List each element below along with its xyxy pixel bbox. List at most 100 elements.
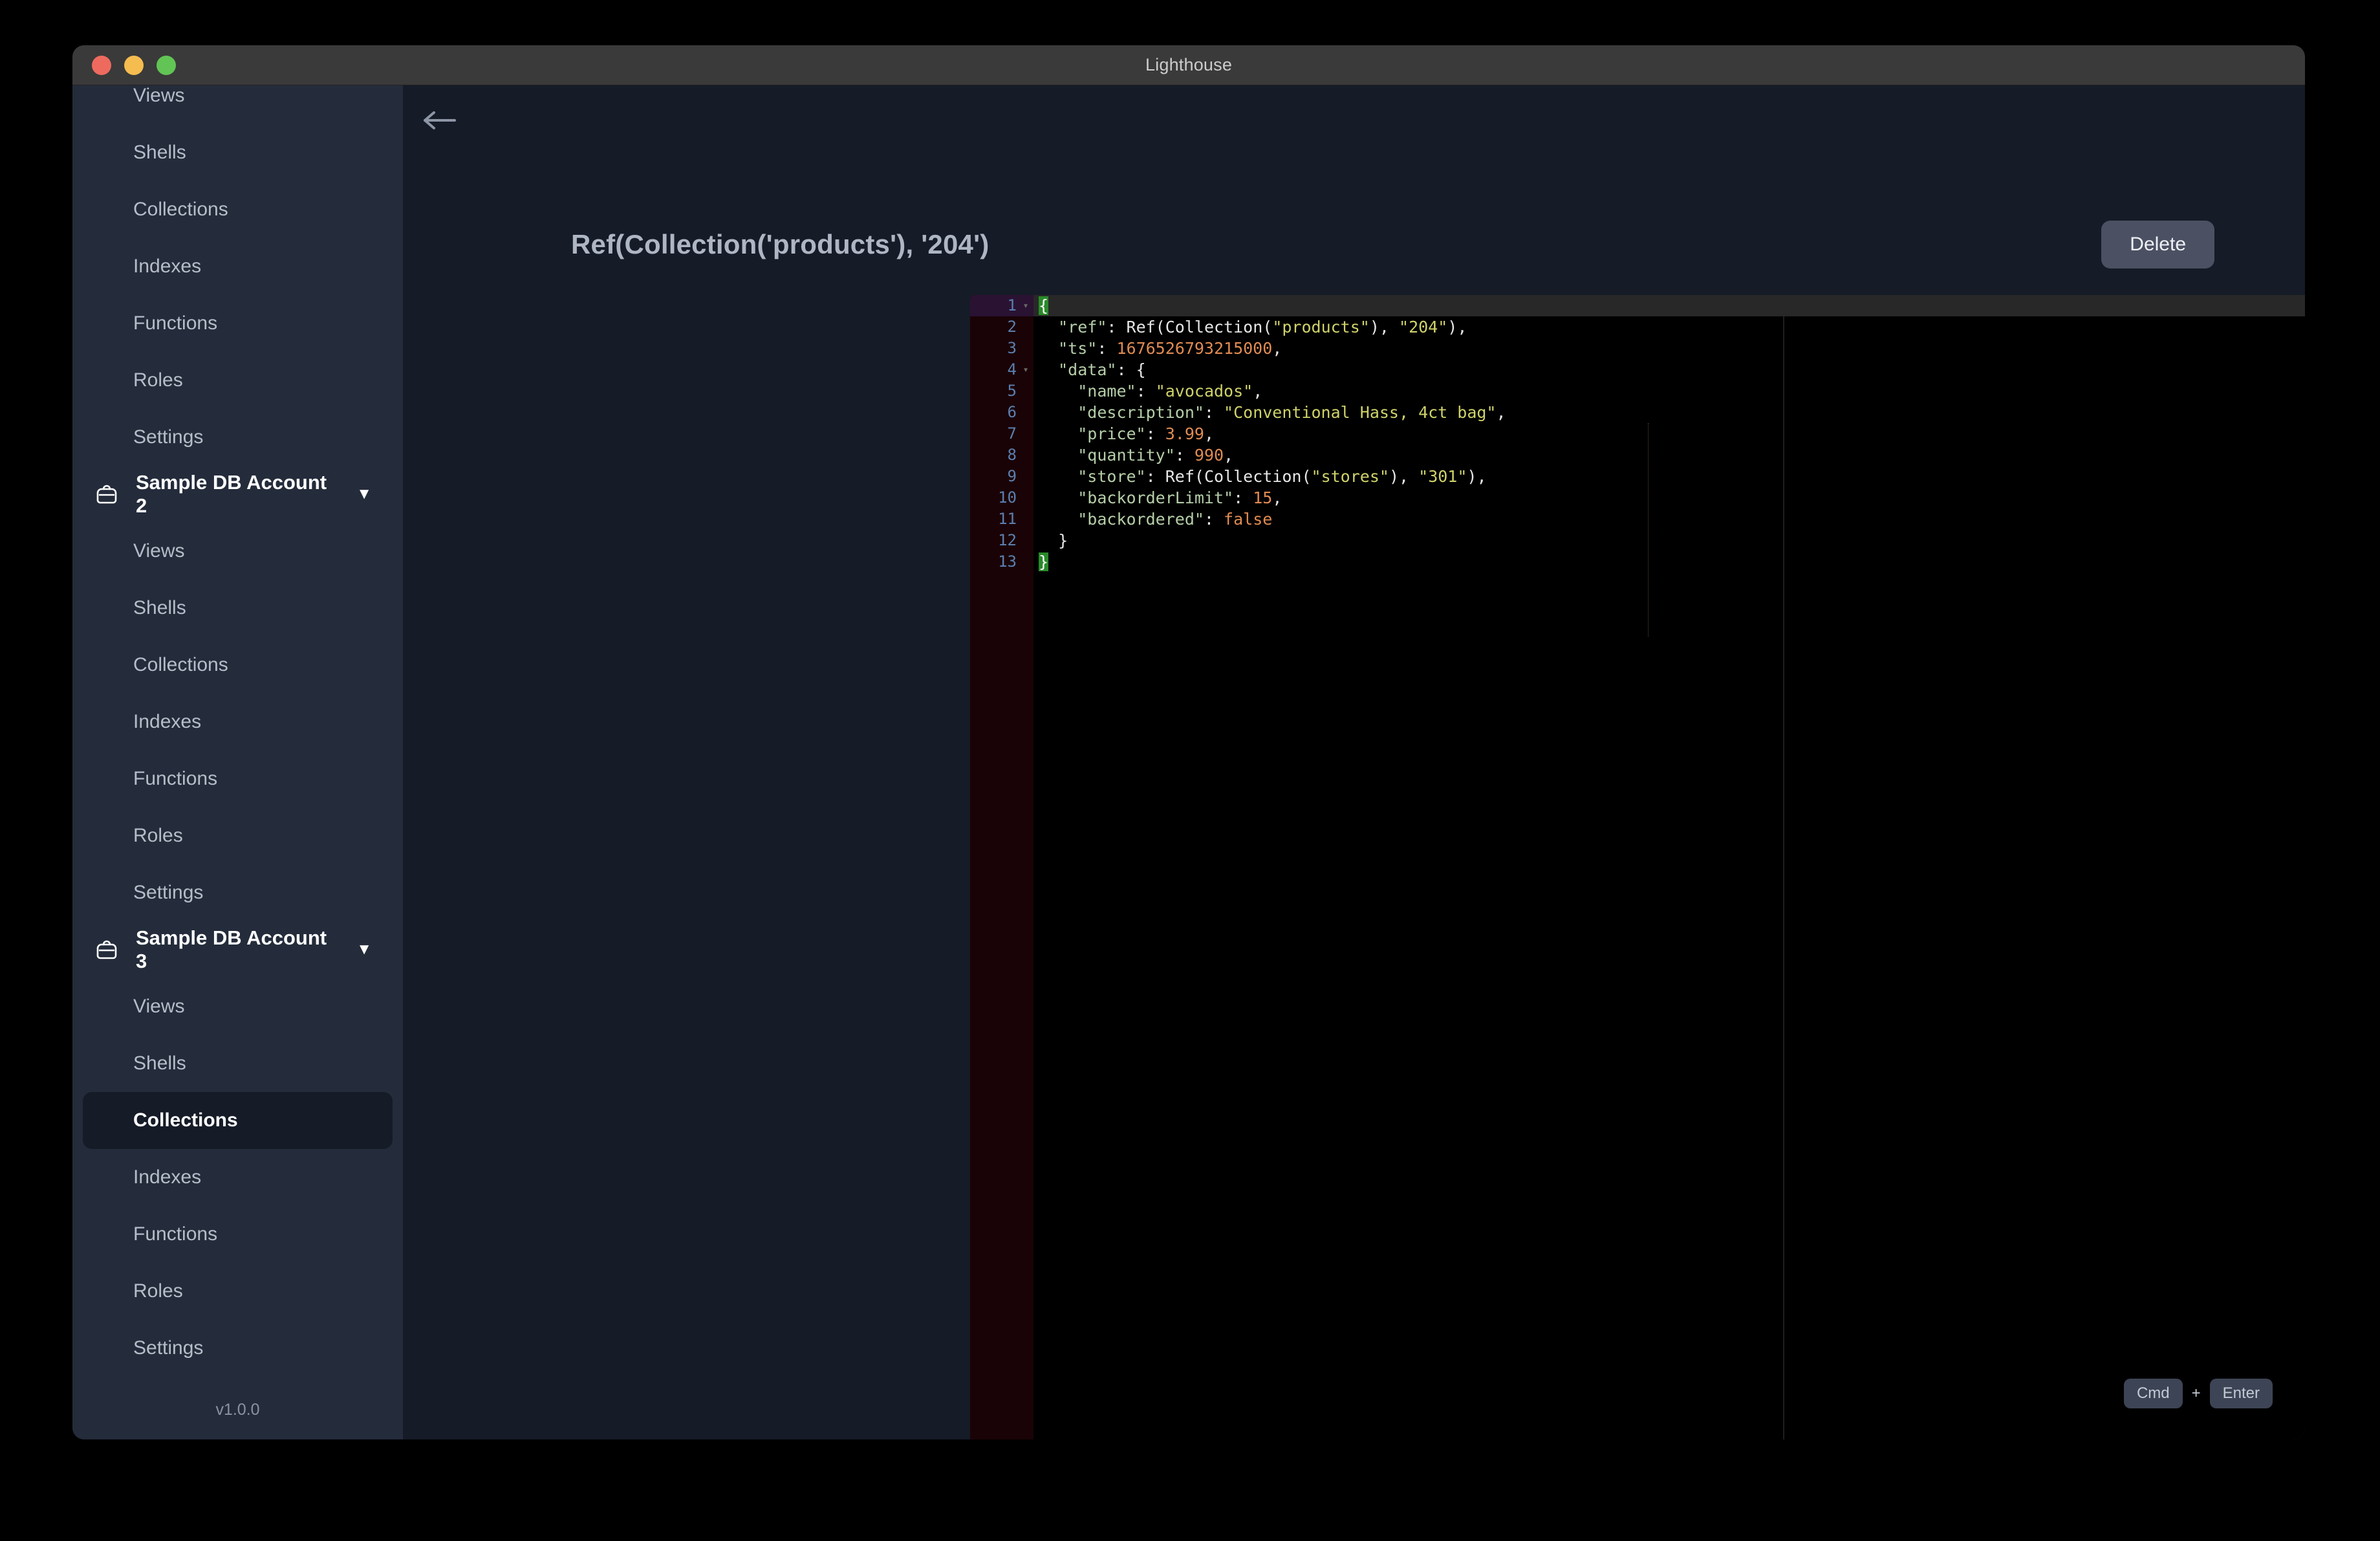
code-line: 8 "quantity": 990, (970, 444, 2305, 466)
code-line-text: "backordered": false (1077, 510, 1273, 529)
window-body: Views Shells Collections Indexes Functions Ro… (72, 85, 2305, 1439)
delete-button[interactable]: Delete (2101, 221, 2214, 268)
sidebar-item-indexes[interactable]: Indexes (83, 1149, 393, 1206)
database-icon (94, 482, 119, 507)
sidebar-item-label: Settings (133, 882, 204, 903)
fold-toggle-icon[interactable]: ▾ (1018, 359, 1033, 380)
sidebar-item-label: Settings (133, 426, 204, 448)
sidebar-item-label: Collections (133, 654, 228, 675)
code-line: 3 "ts": 1676526793215000, (970, 338, 2305, 359)
sidebar-item-views[interactable]: Views (83, 523, 393, 580)
sidebar-item-functions[interactable]: Functions (83, 1206, 393, 1263)
line-number: 2 (1007, 318, 1017, 336)
code-line-text: { (1039, 296, 1049, 315)
code-line-text: "name": "avocados", (1077, 382, 1263, 400)
code-line: 1 ▾ { (970, 295, 2305, 316)
line-number: 3 (1007, 339, 1017, 357)
code-line-text: } (1039, 552, 1049, 571)
account-header-3[interactable]: Sample DB Account 3 ▼ (72, 921, 403, 978)
line-number: 12 (998, 531, 1017, 549)
sidebar-item-label: Views (133, 540, 185, 562)
sidebar-item-shells[interactable]: Shells (83, 1035, 393, 1092)
sidebar-scroll-area[interactable]: Views Shells Collections Indexes Functions Ro… (72, 85, 403, 1380)
account-name-label: Sample DB Account 2 (136, 471, 327, 517)
sidebar: Views Shells Collections Indexes Functions Ro… (72, 85, 403, 1439)
code-line: 7 "price": 3.99, (970, 423, 2305, 444)
page-title: Ref(Collection('products'), '204') (571, 229, 990, 259)
code-line: 5 "name": "avocados", (970, 380, 2305, 402)
sidebar-item-label: Shells (133, 597, 186, 618)
code-line: 11 "backordered": false (970, 508, 2305, 530)
sidebar-item-roles[interactable]: Roles (83, 807, 393, 864)
sidebar-item-label: Indexes (133, 711, 202, 732)
sidebar-item-settings[interactable]: Settings (83, 409, 393, 466)
sidebar-item-indexes[interactable]: Indexes (83, 238, 393, 295)
kbd-cmd[interactable]: Cmd (2123, 1379, 2183, 1408)
database-icon (94, 937, 119, 962)
line-number: 5 (1007, 382, 1017, 400)
fold-toggle-icon[interactable]: ▾ (1018, 295, 1033, 316)
kbd-enter[interactable]: Enter (2209, 1379, 2273, 1408)
sidebar-item-label: Roles (133, 369, 183, 391)
code-line-text: "backorderLimit": 15, (1077, 488, 1282, 507)
sidebar-item-label: Collections (133, 1109, 238, 1131)
sidebar-item-collections[interactable]: Collections (83, 181, 393, 238)
back-arrow-icon[interactable] (422, 107, 459, 133)
code-line: 10 "backorderLimit": 15, (970, 487, 2305, 508)
sidebar-item-label: Roles (133, 1280, 183, 1302)
app-window: Lighthouse Views Shells Collections Indexes… (72, 45, 2305, 1439)
sidebar-item-settings[interactable]: Settings (83, 1320, 393, 1377)
sidebar-item-functions[interactable]: Functions (83, 295, 393, 352)
window-title: Lighthouse (1145, 55, 1233, 74)
sidebar-item-label: Shells (133, 142, 186, 163)
sidebar-item-label: Shells (133, 1053, 186, 1074)
editor-code-area[interactable]: 1 ▾{2 "ref": Ref(Collection("products"), … (970, 295, 2305, 573)
sidebar-item-views[interactable]: Views (83, 978, 393, 1035)
sidebar-item-roles[interactable]: Roles (83, 352, 393, 409)
code-line: 9 "store": Ref(Collection("stores"), "30… (970, 466, 2305, 487)
page-header: Ref(Collection('products'), '204') Delet… (571, 218, 2214, 271)
sidebar-item-label: Views (133, 85, 185, 106)
line-number: 8 (1007, 446, 1017, 464)
app-version-label: v1.0.0 (215, 1400, 260, 1419)
sidebar-item-collections[interactable]: Collections (83, 1092, 393, 1149)
kbd-plus: + (2191, 1384, 2201, 1402)
sidebar-item-label: Settings (133, 1337, 204, 1359)
run-shortcut-hint: Cmd + Enter (2123, 1379, 2273, 1408)
line-number: 1 (1007, 296, 1017, 314)
sidebar-item-settings[interactable]: Settings (83, 864, 393, 921)
sidebar-item-shells[interactable]: Shells (83, 124, 393, 181)
line-number: 6 (1007, 403, 1017, 421)
code-line: 12 } (970, 530, 2305, 551)
line-number: 11 (998, 510, 1017, 528)
sidebar-item-label: Indexes (133, 256, 202, 277)
code-line-text: "store": Ref(Collection("stores"), "301"… (1077, 467, 1487, 486)
code-line-text: "price": 3.99, (1077, 424, 1215, 443)
code-line-text: } (1058, 531, 1068, 550)
chevron-down-icon[interactable]: ▼ (356, 942, 372, 957)
code-line-text: "quantity": 990, (1077, 446, 1234, 464)
sidebar-item-label: Collections (133, 199, 228, 220)
chevron-down-icon[interactable]: ▼ (356, 486, 372, 502)
sidebar-item-indexes[interactable]: Indexes (83, 694, 393, 750)
sidebar-item-label: Functions (133, 312, 218, 334)
sidebar-item-shells[interactable]: Shells (83, 580, 393, 637)
sidebar-item-views[interactable]: Views (83, 85, 393, 124)
sidebar-item-label: Views (133, 996, 185, 1017)
code-line: 2 "ref": Ref(Collection("products"), "20… (970, 316, 2305, 338)
sidebar-item-collections[interactable]: Collections (83, 637, 393, 694)
account-header-2[interactable]: Sample DB Account 2 ▼ (72, 466, 403, 523)
code-line: 6 "description": "Conventional Hass, 4ct… (970, 402, 2305, 423)
code-line-text: "data": { (1058, 360, 1146, 379)
json-document-editor[interactable]: 1 ▾{2 "ref": Ref(Collection("products"), … (970, 295, 2305, 1439)
code-line-text: "ref": Ref(Collection("products"), "204"… (1058, 318, 1467, 336)
sidebar-item-functions[interactable]: Functions (83, 750, 393, 807)
code-line: 4 ▾ "data": { (970, 359, 2305, 380)
line-number: 9 (1007, 467, 1017, 485)
sidebar-item-label: Functions (133, 1223, 218, 1245)
main-content: Ref(Collection('products'), '204') Delet… (403, 85, 2305, 1439)
code-line: 13} (970, 551, 2305, 573)
line-number: 4 (1007, 360, 1017, 378)
window-titlebar: Lighthouse (72, 45, 2305, 85)
sidebar-item-roles[interactable]: Roles (83, 1263, 393, 1320)
